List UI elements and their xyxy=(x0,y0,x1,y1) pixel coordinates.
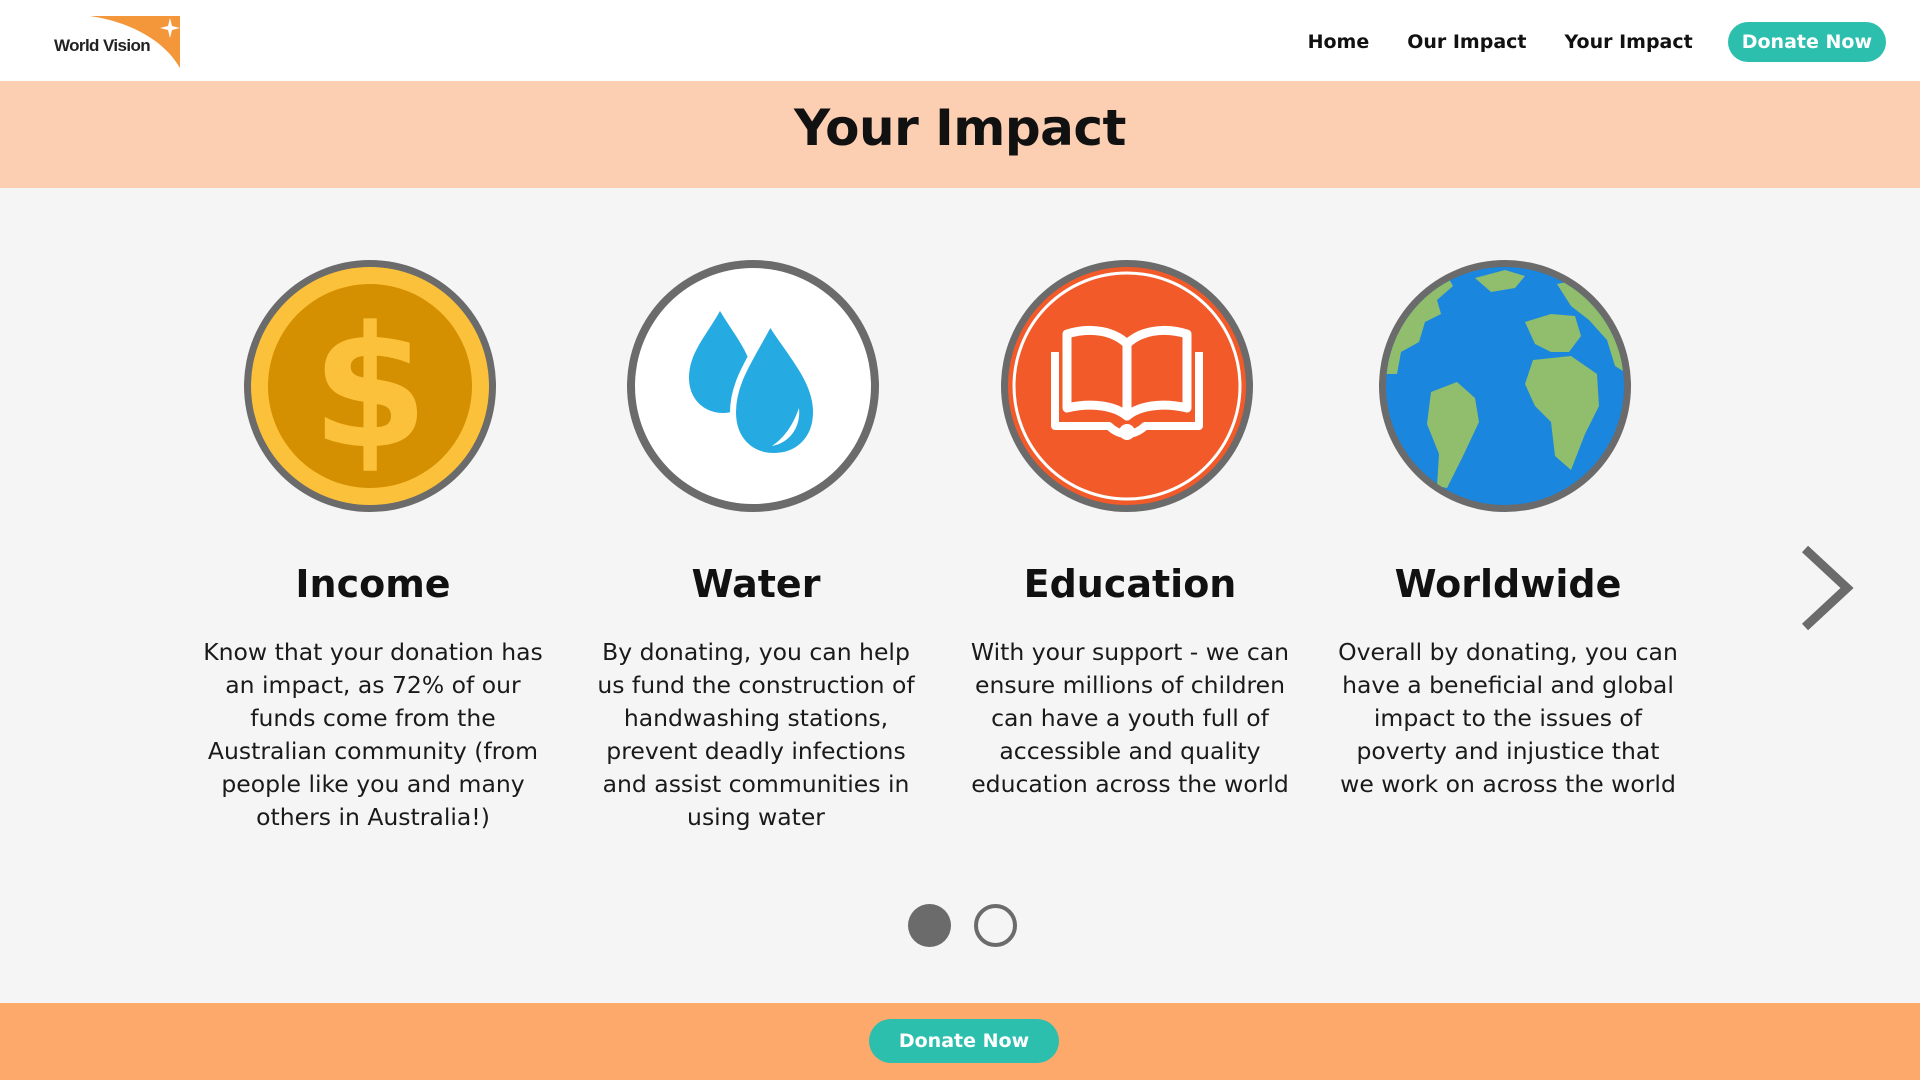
nav-our-impact[interactable]: Our Impact xyxy=(1407,31,1526,53)
nav-your-impact[interactable]: Your Impact xyxy=(1565,31,1693,53)
water-drop-icon xyxy=(627,260,879,512)
globe-icon xyxy=(1379,260,1631,512)
footer-donate-button[interactable]: Donate Now xyxy=(869,1019,1059,1063)
open-book-icon xyxy=(1001,260,1253,512)
card-title: Worldwide xyxy=(1394,562,1622,606)
svg-text:$: $ xyxy=(312,290,429,486)
header-donate-button[interactable]: Donate Now xyxy=(1727,22,1886,62)
carousel-dot-1[interactable] xyxy=(908,904,951,947)
site-footer: Donate Now xyxy=(0,1003,1920,1080)
card-text: Know that your donation has an impact, a… xyxy=(203,638,543,831)
top-nav: Home Our Impact Your Impact Donate Now xyxy=(1308,21,1886,63)
site-header: World Vision Home Our Impact Your Impact… xyxy=(0,0,1920,81)
title-band: Your Impact xyxy=(0,81,1920,188)
dollar-coin-icon: $ xyxy=(244,260,496,512)
chevron-right-icon[interactable] xyxy=(1797,543,1857,633)
card-text: Overall by donating, you can have a bene… xyxy=(1338,638,1678,798)
card-text: With your support - we can ensure millio… xyxy=(970,638,1290,798)
page-title: Your Impact xyxy=(794,99,1126,157)
card-title: Water xyxy=(691,562,821,606)
world-vision-logo[interactable]: World Vision xyxy=(52,14,192,70)
nav-home[interactable]: Home xyxy=(1308,31,1370,53)
carousel-dot-2[interactable] xyxy=(974,904,1017,947)
carousel-pagination xyxy=(908,904,1017,948)
card-text: By donating, you can help us fund the co… xyxy=(597,638,915,831)
logo-text: World Vision xyxy=(54,36,151,55)
card-title: Income xyxy=(295,562,451,606)
impact-carousel: $ Income Know that your donation has an … xyxy=(0,188,1920,1003)
card-title: Education xyxy=(1023,562,1237,606)
